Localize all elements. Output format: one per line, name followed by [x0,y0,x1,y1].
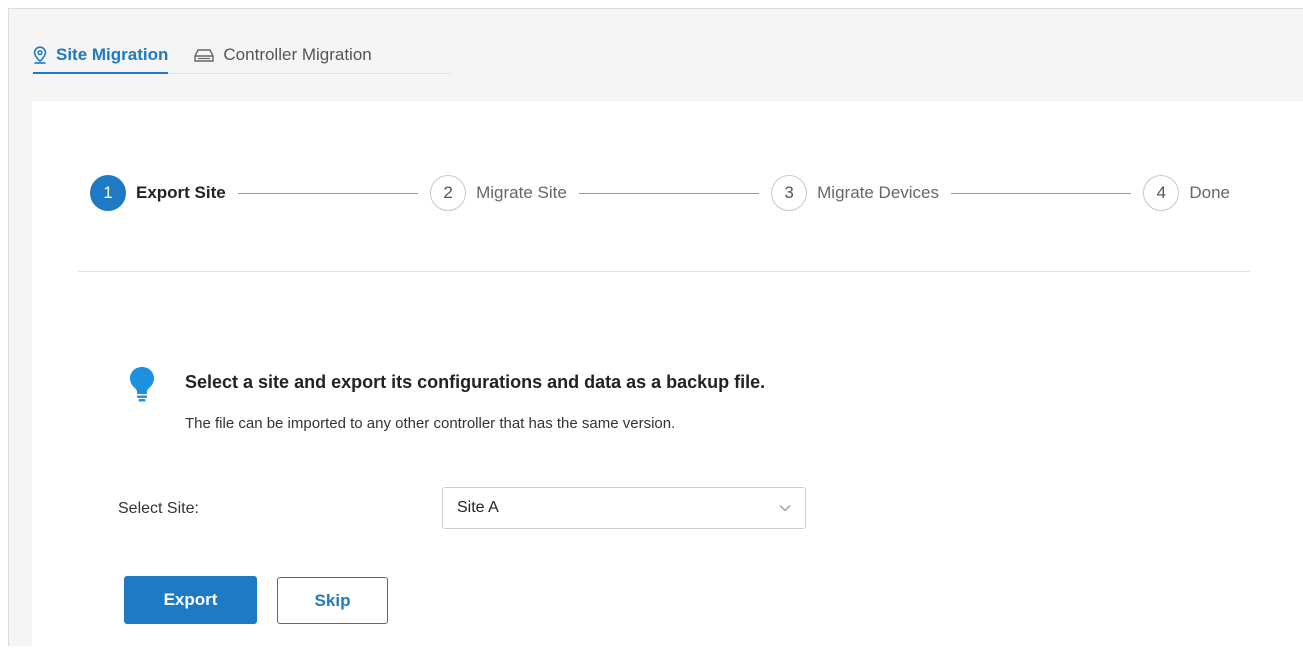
site-select[interactable]: Site A [442,487,806,529]
controller-device-icon [194,48,215,62]
step-connector [578,192,760,194]
step-indicator: 1 Export Site 2 Migrate Site 3 Migrate D… [90,173,1230,213]
tab-site-migration[interactable]: Site Migration [33,39,169,74]
tab-controller-migration-label: Controller Migration [223,45,372,64]
step-number: 2 [430,175,467,211]
migration-card: 1 Export Site 2 Migrate Site 3 Migrate D… [32,101,1303,661]
export-button[interactable]: Export [124,576,257,624]
step-number: 4 [1143,175,1180,211]
step-migrate-devices: 3 Migrate Devices [771,175,939,211]
step-connector [237,192,419,194]
site-select-value: Site A [457,499,499,516]
select-site-label: Select Site: [118,500,199,517]
step-label: Export Site [136,183,226,202]
step-migrate-site: 2 Migrate Site [430,175,567,211]
step-label: Done [1189,183,1230,202]
location-pin-icon [33,46,47,64]
step-done: 4 Done [1143,175,1230,211]
info-title: Select a site and export its configurati… [185,372,766,392]
migration-tabs: Site Migration Controller Migration [33,39,451,74]
step-export-site: 1 Export Site [90,175,226,211]
skip-button[interactable]: Skip [277,577,388,624]
step-number: 3 [771,175,808,211]
tab-site-migration-label: Site Migration [56,45,169,64]
lightbulb-icon [127,365,157,408]
tab-controller-migration[interactable]: Controller Migration [194,39,372,71]
section-divider [78,271,1250,272]
chevron-down-icon [779,499,791,517]
step-number: 1 [90,175,126,211]
step-label: Migrate Site [476,183,567,202]
info-description: The file can be imported to any other co… [185,415,676,432]
step-label: Migrate Devices [817,183,940,202]
app-frame: Site Migration Controller Migration 1 Ex… [8,8,1303,661]
step-connector [951,192,1132,194]
